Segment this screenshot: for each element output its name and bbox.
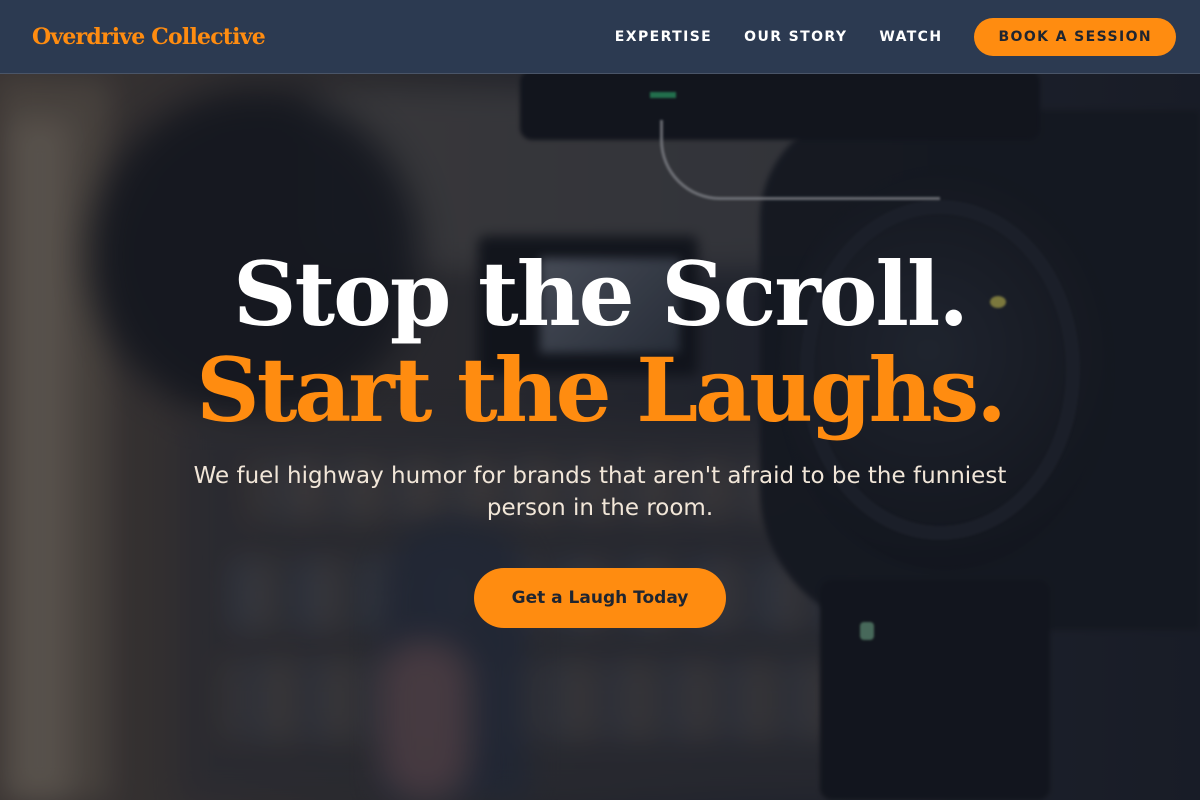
nav-link-expertise[interactable]: EXPERTISE <box>615 29 712 45</box>
get-a-laugh-button[interactable]: Get a Laugh Today <box>474 568 726 628</box>
nav-link-our-story[interactable]: OUR STORY <box>744 29 847 45</box>
headline-line-2: Start the Laughs. <box>196 338 1007 442</box>
hero-subtitle: We fuel highway humor for brands that ar… <box>193 463 1007 521</box>
site-logo[interactable]: Overdrive Collective <box>32 24 266 50</box>
headline-line-1: Stop the Scroll. <box>232 242 969 346</box>
site-header: Overdrive Collective EXPERTISE OUR STORY… <box>0 0 1200 74</box>
main-nav: EXPERTISE OUR STORY WATCH BOOK A SESSION <box>583 17 1176 56</box>
hero-section: Stop the Scroll. Start the Laughs. We fu… <box>0 250 1200 628</box>
book-session-button[interactable]: BOOK A SESSION <box>974 17 1176 56</box>
hero-headline: Stop the Scroll. Start the Laughs. <box>0 250 1200 434</box>
nav-link-watch[interactable]: WATCH <box>879 29 942 45</box>
